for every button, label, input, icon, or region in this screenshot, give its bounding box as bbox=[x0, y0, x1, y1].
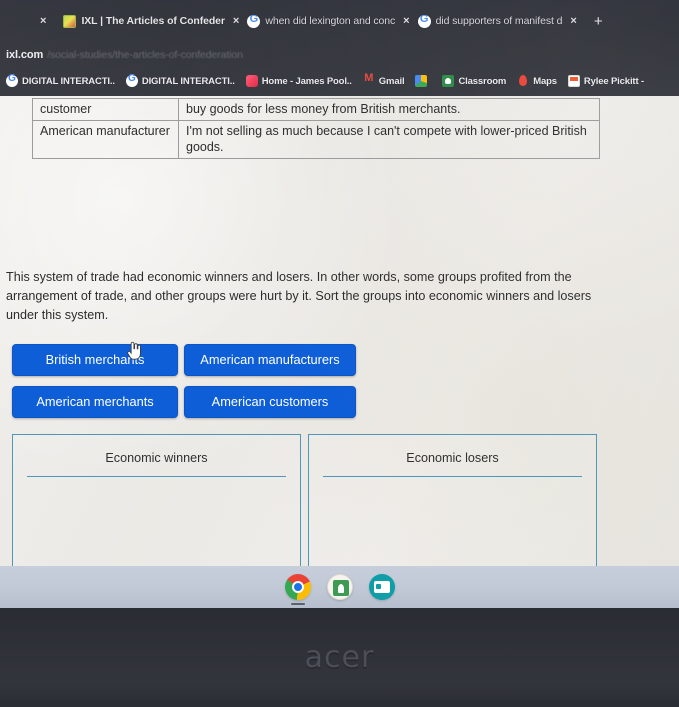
google-icon bbox=[125, 73, 138, 87]
question-prompt: This system of trade had economic winner… bbox=[6, 270, 592, 323]
app-icon[interactable] bbox=[368, 574, 395, 600]
maps-pin-icon bbox=[517, 75, 529, 87]
table-cell-quote: I'm not selling as much because I can't … bbox=[178, 120, 600, 159]
bookmark-gmail[interactable]: Gmail bbox=[363, 72, 405, 87]
tab-title-3: did supporters of manifest d bbox=[435, 15, 563, 27]
bookmark-label: Gmail bbox=[378, 75, 405, 87]
browser-tab-3[interactable]: did supporters of manifest d × bbox=[415, 8, 580, 34]
active-app-indicator bbox=[290, 603, 305, 605]
tile-american-merchants[interactable]: American merchants bbox=[12, 386, 178, 419]
url-path: /social-studies/the-articles-of-confeder… bbox=[47, 49, 243, 61]
tab-strip: × IXL | The Articles of Confeder × when … bbox=[0, 4, 679, 38]
bookmark-classroom[interactable]: Classroom bbox=[442, 75, 506, 87]
tab-close-icon-2[interactable]: × bbox=[403, 15, 409, 27]
google-icon bbox=[6, 73, 18, 87]
dropzone-container: Economic winners Economic losers bbox=[12, 434, 602, 566]
dropzone-divider bbox=[323, 476, 582, 477]
tab-close-icon-leading[interactable]: × bbox=[40, 15, 46, 27]
gmail-icon bbox=[363, 72, 375, 87]
laptop-bezel: acer bbox=[0, 608, 679, 707]
bookmark-rylee-pickitt[interactable]: Rylee Pickitt - bbox=[567, 75, 644, 87]
bookmark-label: DIGITAL INTERACTI.. bbox=[141, 75, 235, 87]
draggable-tiles: British merchants American manufacturers… bbox=[12, 344, 612, 428]
table-row: customer buy goods for less money from B… bbox=[32, 97, 600, 122]
bookmark-maps[interactable]: Maps bbox=[517, 75, 557, 87]
chrome-icon[interactable] bbox=[284, 574, 311, 605]
classroom-icon bbox=[442, 75, 455, 87]
table-cell-role: American manufacturer bbox=[32, 120, 179, 159]
tile-row-1: British merchants American manufacturers bbox=[12, 344, 612, 377]
google-favicon-icon-3 bbox=[417, 14, 431, 28]
tab-close-icon-3[interactable]: × bbox=[570, 15, 576, 27]
browser-tab-2[interactable]: when did lexington and conc × bbox=[244, 8, 412, 34]
bookmark-label: DIGITAL INTERACTI.. bbox=[22, 75, 115, 87]
pink-flame-icon bbox=[245, 75, 258, 87]
bookmark-label: Maps bbox=[533, 75, 557, 87]
bookmark-drive[interactable] bbox=[415, 75, 431, 87]
tab-title-2: when did lexington and conc bbox=[265, 15, 396, 27]
acer-brand-logo: acer bbox=[304, 640, 375, 675]
dropzone-title: Economic losers bbox=[406, 451, 499, 465]
drive-icon bbox=[415, 75, 428, 87]
bookmark-digital-interactive-2[interactable]: DIGITAL INTERACTI.. bbox=[125, 73, 235, 87]
bookmark-home-james-pool[interactable]: Home - James Pool.. bbox=[245, 75, 352, 87]
bookmark-label: Rylee Pickitt - bbox=[583, 75, 644, 87]
browser-chrome: × IXL | The Articles of Confeder × when … bbox=[0, 0, 679, 96]
bookmark-label: Home - James Pool.. bbox=[261, 75, 352, 87]
ixl-favicon-icon bbox=[63, 14, 77, 28]
tab-close-icon-1[interactable]: × bbox=[233, 15, 239, 27]
tile-american-manufacturers[interactable]: American manufacturers bbox=[184, 344, 356, 377]
bookmark-label: Classroom bbox=[458, 75, 507, 87]
tab-title-1: IXL | The Articles of Confeder bbox=[81, 15, 225, 27]
table-row: American manufacturer I'm not selling as… bbox=[32, 120, 600, 159]
page-viewport: customer buy goods for less money from B… bbox=[0, 96, 679, 566]
table-cell-role: customer bbox=[32, 97, 179, 122]
bookmark-bar: DIGITAL INTERACTI.. DIGITAL INTERACTI.. … bbox=[0, 68, 679, 94]
url-host: ixl.com bbox=[6, 49, 44, 61]
browser-tab-1[interactable]: IXL | The Articles of Confeder × bbox=[60, 8, 242, 34]
dropzone-divider bbox=[27, 476, 286, 477]
address-bar[interactable]: ixl.com /social-studies/the-articles-of-… bbox=[0, 44, 679, 66]
google-favicon-icon-2 bbox=[247, 14, 261, 28]
doc-icon bbox=[567, 75, 580, 87]
new-tab-button[interactable]: + bbox=[594, 14, 603, 29]
trade-roles-table: customer buy goods for less money from B… bbox=[32, 97, 600, 159]
chromeos-shelf bbox=[0, 566, 679, 608]
laptop-screen-photo: × IXL | The Articles of Confeder × when … bbox=[0, 0, 679, 707]
classroom-icon[interactable] bbox=[326, 574, 353, 600]
table-cell-quote: buy goods for less money from British me… bbox=[178, 97, 600, 122]
dropzone-title: Economic winners bbox=[105, 451, 208, 465]
bookmark-digital-interactive-1[interactable]: DIGITAL INTERACTI.. bbox=[6, 73, 115, 87]
dropzone-economic-losers[interactable]: Economic losers bbox=[308, 434, 597, 566]
tile-british-merchants[interactable]: British merchants bbox=[12, 344, 178, 377]
tile-american-customers[interactable]: American customers bbox=[184, 386, 356, 419]
tile-row-2: American merchants American customers bbox=[12, 386, 612, 419]
dropzone-economic-winners[interactable]: Economic winners bbox=[12, 434, 301, 566]
